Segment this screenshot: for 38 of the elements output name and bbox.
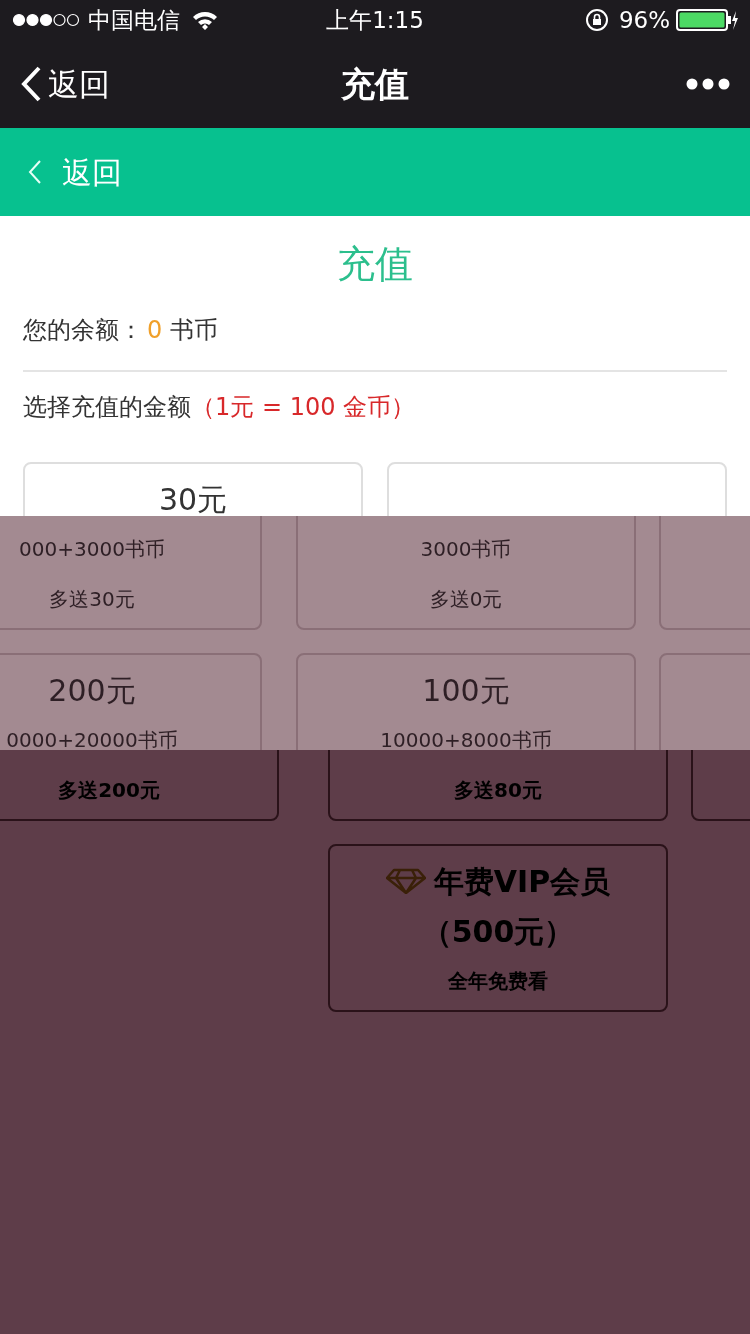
diamond-icon: [385, 868, 426, 894]
amount-option-card[interactable]: 000+3000书币 多送30元: [0, 516, 262, 630]
back-button[interactable]: 返回: [20, 60, 220, 108]
battery-percent: 96%: [618, 5, 670, 35]
bonus-label: 多送80元: [454, 777, 542, 804]
coins-label: 10000+8000书币: [380, 727, 552, 750]
bonus-label: 全年免费看: [448, 968, 548, 995]
price-label: 100元: [422, 671, 510, 710]
price-label: 200元: [48, 671, 136, 710]
coins-label: （500元）: [421, 912, 575, 951]
price-label: 30元: [158, 480, 228, 516]
bonus-label: 多送0元: [429, 586, 503, 613]
price-label: 年费VIP会员: [433, 862, 611, 901]
exchange-rate: （1元 = 100 金币）: [191, 392, 416, 423]
coins-label: 0000+20000书币: [6, 727, 178, 750]
amount-option-card[interactable]: 30元: [23, 462, 363, 516]
more-icon[interactable]: [686, 78, 730, 90]
amount-option-card[interactable]: 3000书币 多送0元: [296, 516, 636, 630]
clock-label: 上午1:15: [325, 5, 425, 35]
bonus-label: 多送200元: [58, 777, 160, 804]
balance-label: 您的余额：: [23, 315, 143, 346]
coins-label: 3000书币: [420, 536, 512, 563]
signal-icon: [12, 13, 80, 27]
amount-prompt: 选择充值的金额: [23, 392, 191, 423]
chevron-left-icon: [20, 66, 42, 102]
wifi-icon: [192, 10, 218, 30]
chevron-left-icon: [28, 159, 42, 185]
balance-unit: 书币: [170, 315, 219, 346]
carrier-label: 中国电信: [88, 5, 180, 35]
nav-title: 充值: [340, 62, 410, 106]
coins-label: 000+3000书币: [19, 536, 165, 563]
battery-icon: [676, 9, 738, 31]
balance-amount: 0: [147, 315, 163, 346]
page-title: 充值: [337, 240, 413, 288]
rotation-lock-icon: [584, 8, 609, 32]
amount-option-card[interactable]: 100元 10000+8000书币: [296, 653, 636, 750]
bonus-label: 多送30元: [49, 586, 135, 613]
amount-option-card[interactable]: 200元 0000+20000书币: [0, 653, 262, 750]
